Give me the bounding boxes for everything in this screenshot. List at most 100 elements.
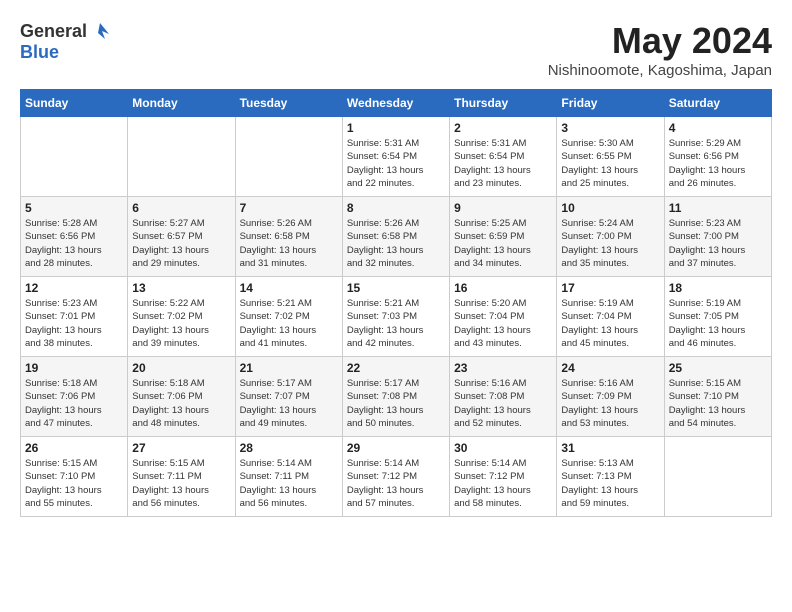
day-number: 12 [25, 281, 123, 295]
calendar-cell: 29 Sunrise: 5:14 AMSunset: 7:12 PMDayligh… [342, 437, 449, 517]
calendar-body: 1Sunrise: 5:31 AMSunset: 6:54 PMDaylight… [21, 117, 772, 517]
logo: General Blue [20, 20, 111, 63]
calendar-cell: 25Sunrise: 5:15 AMSunset: 7:10 PMDayligh… [664, 357, 771, 437]
day-info: Sunrise: 5:14 AMSunset: 7:12 PMDaylight:… [454, 457, 552, 510]
day-info: Sunrise: 5:15 AMSunset: 7:10 PMDaylight:… [669, 377, 767, 430]
day-info: Sunrise: 5:23 AMSunset: 7:01 PMDaylight:… [25, 297, 123, 350]
day-info: Sunrise: 5:19 AMSunset: 7:05 PMDaylight:… [669, 297, 767, 350]
calendar-cell: 14 Sunrise: 5:21 AMSunset: 7:02 PMDayligh… [235, 277, 342, 357]
calendar-week-row: 26 Sunrise: 5:15 AMSunset: 7:10 PMDayligh… [21, 437, 772, 517]
calendar-cell: 12 Sunrise: 5:23 AMSunset: 7:01 PMDayligh… [21, 277, 128, 357]
day-info: Sunrise: 5:13 AMSunset: 7:13 PMDaylight:… [561, 457, 659, 510]
day-number: 4 [669, 121, 767, 135]
calendar-cell: 16 Sunrise: 5:20 AMSunset: 7:04 PMDayligh… [450, 277, 557, 357]
day-number: 6 [132, 201, 230, 215]
day-number: 3 [561, 121, 659, 135]
logo-bird-icon [89, 20, 111, 42]
weekday-header-sunday: Sunday [21, 90, 128, 117]
day-info: Sunrise: 5:26 AMSunset: 6:58 PMDaylight:… [347, 217, 445, 270]
day-info: Sunrise: 5:30 AMSunset: 6:55 PMDaylight:… [561, 137, 659, 190]
day-info: Sunrise: 5:16 AMSunset: 7:08 PMDaylight:… [454, 377, 552, 430]
calendar-cell: 5 Sunrise: 5:28 AMSunset: 6:56 PMDaylight… [21, 197, 128, 277]
day-number: 5 [25, 201, 123, 215]
calendar-cell: 7Sunrise: 5:26 AMSunset: 6:58 PMDaylight… [235, 197, 342, 277]
calendar-cell: 18 Sunrise: 5:19 AMSunset: 7:05 PMDayligh… [664, 277, 771, 357]
day-number: 19 [25, 361, 123, 375]
day-info: Sunrise: 5:27 AMSunset: 6:57 PMDaylight:… [132, 217, 230, 270]
day-number: 18 [669, 281, 767, 295]
day-info: Sunrise: 5:17 AMSunset: 7:07 PMDaylight:… [240, 377, 338, 430]
day-number: 26 [25, 441, 123, 455]
calendar-cell: 10Sunrise: 5:24 AMSunset: 7:00 PMDayligh… [557, 197, 664, 277]
calendar-cell: 11Sunrise: 5:23 AMSunset: 7:00 PMDayligh… [664, 197, 771, 277]
day-number: 9 [454, 201, 552, 215]
day-number: 28 [240, 441, 338, 455]
title-section: May 2024 Nishinoomote, Kagoshima, Japan [548, 20, 772, 79]
day-info: Sunrise: 5:14 AMSunset: 7:11 PMDaylight:… [240, 457, 338, 510]
weekday-header-row: SundayMondayTuesdayWednesdayThursdayFrid… [21, 90, 772, 117]
day-info: Sunrise: 5:24 AMSunset: 7:00 PMDaylight:… [561, 217, 659, 270]
calendar-cell: 9 Sunrise: 5:25 AMSunset: 6:59 PMDaylight… [450, 197, 557, 277]
day-info: Sunrise: 5:17 AMSunset: 7:08 PMDaylight:… [347, 377, 445, 430]
calendar-cell: 28 Sunrise: 5:14 AMSunset: 7:11 PMDayligh… [235, 437, 342, 517]
calendar-cell [664, 437, 771, 517]
calendar-table: SundayMondayTuesdayWednesdayThursdayFrid… [20, 89, 772, 517]
calendar-cell: 30 Sunrise: 5:14 AMSunset: 7:12 PMDayligh… [450, 437, 557, 517]
calendar-cell: 13 Sunrise: 5:22 AMSunset: 7:02 PMDayligh… [128, 277, 235, 357]
day-info: Sunrise: 5:21 AMSunset: 7:03 PMDaylight:… [347, 297, 445, 350]
day-info: Sunrise: 5:28 AMSunset: 6:56 PMDaylight:… [25, 217, 123, 270]
calendar-week-row: 19 Sunrise: 5:18 AMSunset: 7:06 PMDayligh… [21, 357, 772, 437]
day-info: Sunrise: 5:20 AMSunset: 7:04 PMDaylight:… [454, 297, 552, 350]
calendar-cell: 26 Sunrise: 5:15 AMSunset: 7:10 PMDayligh… [21, 437, 128, 517]
calendar-cell: 15 Sunrise: 5:21 AMSunset: 7:03 PMDayligh… [342, 277, 449, 357]
day-info: Sunrise: 5:31 AMSunset: 6:54 PMDaylight:… [347, 137, 445, 190]
calendar-cell: 17 Sunrise: 5:19 AMSunset: 7:04 PMDayligh… [557, 277, 664, 357]
day-number: 30 [454, 441, 552, 455]
day-info: Sunrise: 5:31 AMSunset: 6:54 PMDaylight:… [454, 137, 552, 190]
day-info: Sunrise: 5:21 AMSunset: 7:02 PMDaylight:… [240, 297, 338, 350]
logo-blue-text: Blue [20, 42, 59, 62]
calendar-cell: 22Sunrise: 5:17 AMSunset: 7:08 PMDayligh… [342, 357, 449, 437]
day-info: Sunrise: 5:19 AMSunset: 7:04 PMDaylight:… [561, 297, 659, 350]
day-number: 31 [561, 441, 659, 455]
calendar-cell [21, 117, 128, 197]
day-info: Sunrise: 5:18 AMSunset: 7:06 PMDaylight:… [25, 377, 123, 430]
calendar-cell [235, 117, 342, 197]
day-number: 21 [240, 361, 338, 375]
day-number: 8 [347, 201, 445, 215]
calendar-cell [128, 117, 235, 197]
day-info: Sunrise: 5:15 AMSunset: 7:10 PMDaylight:… [25, 457, 123, 510]
day-number: 14 [240, 281, 338, 295]
day-info: Sunrise: 5:26 AMSunset: 6:58 PMDaylight:… [240, 217, 338, 270]
calendar-cell: 4 Sunrise: 5:29 AMSunset: 6:56 PMDaylight… [664, 117, 771, 197]
calendar-cell: 21 Sunrise: 5:17 AMSunset: 7:07 PMDayligh… [235, 357, 342, 437]
day-info: Sunrise: 5:16 AMSunset: 7:09 PMDaylight:… [561, 377, 659, 430]
weekday-header-wednesday: Wednesday [342, 90, 449, 117]
weekday-header-monday: Monday [128, 90, 235, 117]
calendar-cell: 19 Sunrise: 5:18 AMSunset: 7:06 PMDayligh… [21, 357, 128, 437]
day-number: 2 [454, 121, 552, 135]
calendar-cell: 27Sunrise: 5:15 AMSunset: 7:11 PMDayligh… [128, 437, 235, 517]
day-number: 23 [454, 361, 552, 375]
day-info: Sunrise: 5:22 AMSunset: 7:02 PMDaylight:… [132, 297, 230, 350]
day-number: 13 [132, 281, 230, 295]
calendar-cell: 6 Sunrise: 5:27 AMSunset: 6:57 PMDaylight… [128, 197, 235, 277]
weekday-header-friday: Friday [557, 90, 664, 117]
day-number: 17 [561, 281, 659, 295]
day-info: Sunrise: 5:25 AMSunset: 6:59 PMDaylight:… [454, 217, 552, 270]
day-number: 20 [132, 361, 230, 375]
day-info: Sunrise: 5:29 AMSunset: 6:56 PMDaylight:… [669, 137, 767, 190]
day-number: 16 [454, 281, 552, 295]
logo-general-text: General [20, 21, 87, 42]
day-info: Sunrise: 5:14 AMSunset: 7:12 PMDaylight:… [347, 457, 445, 510]
calendar-cell: 8 Sunrise: 5:26 AMSunset: 6:58 PMDaylight… [342, 197, 449, 277]
day-number: 29 [347, 441, 445, 455]
day-number: 15 [347, 281, 445, 295]
weekday-header-tuesday: Tuesday [235, 90, 342, 117]
day-number: 24 [561, 361, 659, 375]
location-title: Nishinoomote, Kagoshima, Japan [548, 62, 772, 79]
weekday-header-saturday: Saturday [664, 90, 771, 117]
calendar-cell: 3 Sunrise: 5:30 AMSunset: 6:55 PMDaylight… [557, 117, 664, 197]
day-info: Sunrise: 5:15 AMSunset: 7:11 PMDaylight:… [132, 457, 230, 510]
calendar-week-row: 1Sunrise: 5:31 AMSunset: 6:54 PMDaylight… [21, 117, 772, 197]
